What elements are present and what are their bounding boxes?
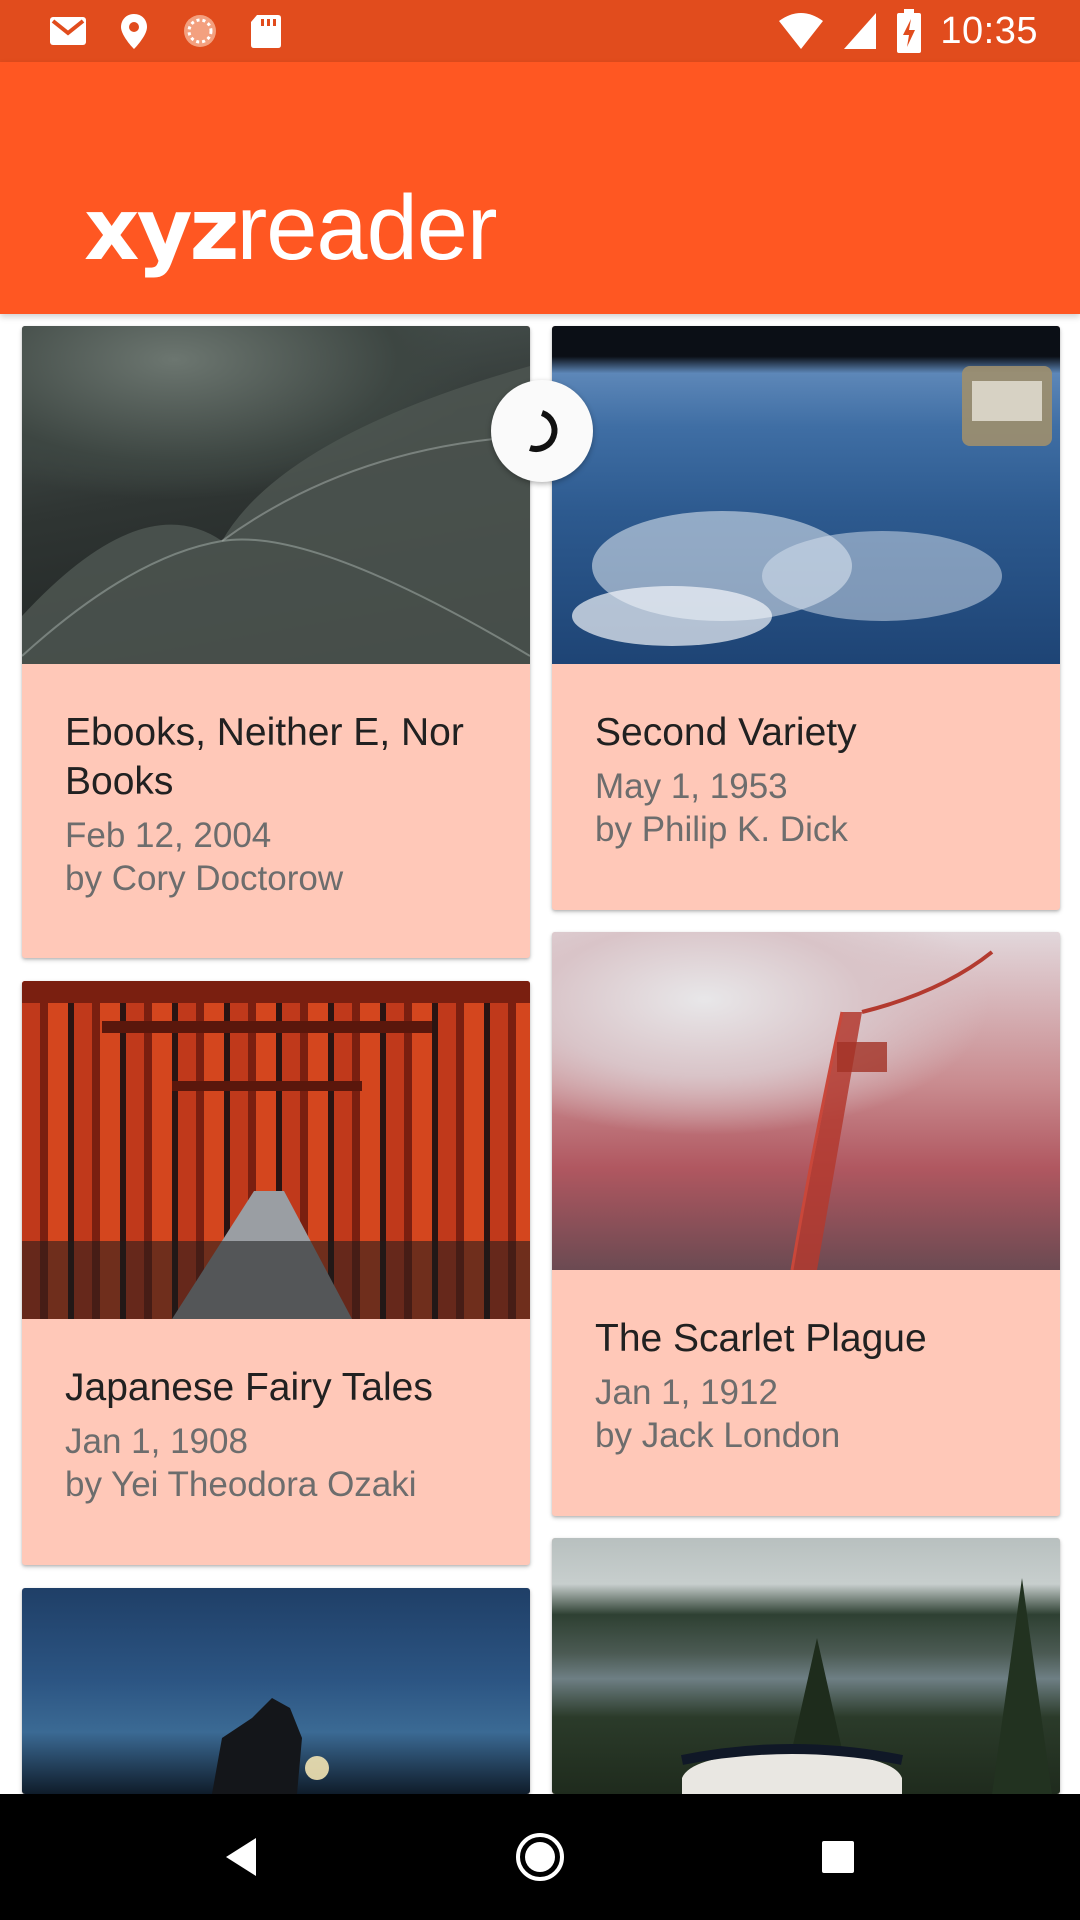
gmail-icon (48, 11, 88, 51)
article-date: Jan 1, 1908 (65, 1422, 248, 1461)
status-left-icons (48, 12, 286, 50)
app-bar: xyzreader (0, 62, 1080, 314)
article-thumbnail (22, 326, 530, 664)
article-meta: Ebooks, Neither E, Nor Books Feb 12, 200… (65, 708, 500, 900)
article-date: May 1, 1953 (595, 767, 788, 806)
article-date: Feb 12, 2004 (65, 816, 272, 855)
article-title: The Scarlet Plague (595, 1317, 927, 1360)
system-nav-bar (0, 1794, 1080, 1920)
battery-charging-icon (896, 9, 922, 53)
article-card[interactable]: Second Variety May 1, 1953 by Philip K. … (552, 326, 1060, 910)
article-thumbnail (22, 981, 530, 1319)
article-date: Jan 1, 1912 (595, 1373, 778, 1412)
article-thumbnail (552, 932, 1060, 1270)
article-card[interactable]: Ebooks, Neither E, Nor Books Feb 12, 200… (22, 326, 530, 958)
logo-light-text: reader (236, 177, 498, 279)
article-card[interactable]: Japanese Fairy Tales Jan 1, 1908 by Yei … (22, 981, 530, 1565)
article-author: by Cory Doctorow (65, 859, 344, 898)
app-logo: xyzreader (84, 182, 498, 274)
location-icon (114, 11, 154, 51)
article-thumbnail (552, 1538, 1060, 1794)
logo-bold-text: xyz (84, 180, 240, 280)
sd-card-icon (246, 11, 286, 51)
article-thumbnail (22, 1588, 530, 1794)
article-author: by Jack London (595, 1416, 841, 1455)
signal-icon (842, 11, 878, 51)
article-meta: Japanese Fairy Tales Jan 1, 1908 by Yei … (65, 1363, 500, 1506)
status-right-icons: 10:35 (778, 8, 1038, 54)
sync-icon (180, 11, 220, 51)
loading-indicator (491, 380, 593, 482)
home-icon[interactable] (507, 1824, 573, 1890)
status-bar: 10:35 (0, 0, 1080, 62)
recents-icon[interactable] (805, 1824, 871, 1890)
article-author: by Philip K. Dick (595, 810, 848, 849)
article-title: Japanese Fairy Tales (65, 1366, 433, 1409)
wifi-icon (778, 11, 824, 51)
article-card[interactable] (22, 1588, 530, 1794)
article-card[interactable]: The Scarlet Plague Jan 1, 1912 by Jack L… (552, 932, 1060, 1516)
article-author: by Yei Theodora Ozaki (65, 1465, 417, 1504)
back-icon[interactable] (208, 1824, 274, 1890)
article-meta: The Scarlet Plague Jan 1, 1912 by Jack L… (595, 1314, 1030, 1457)
article-title: Second Variety (595, 711, 857, 754)
article-meta: Second Variety May 1, 1953 by Philip K. … (595, 708, 1030, 851)
article-title: Ebooks, Neither E, Nor Books (65, 711, 464, 803)
article-card[interactable] (552, 1538, 1060, 1794)
status-time: 10:35 (940, 9, 1038, 52)
article-thumbnail (552, 326, 1060, 664)
